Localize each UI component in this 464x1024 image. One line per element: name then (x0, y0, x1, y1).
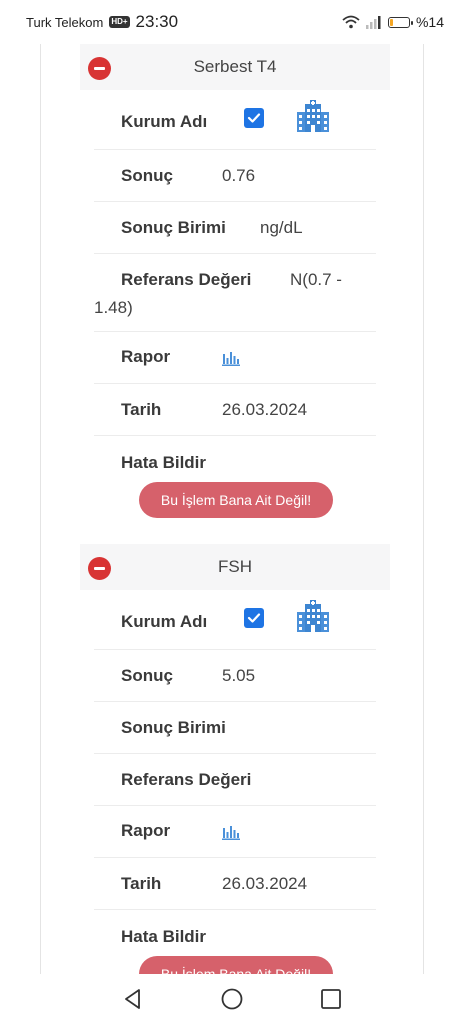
hata-row: Hata Bildir Bu İşlem Bana Ait Değil! (94, 436, 376, 546)
referans-label: Referans Değeri (121, 270, 252, 289)
system-nav-bar (0, 974, 464, 1024)
kurum-row: Kurum Adı (94, 590, 376, 650)
kurum-checkbox[interactable] (244, 108, 264, 128)
scroll-content[interactable]: Serbest T4 Kurum Adı Sonuç 0.76 Sonuç Bi… (0, 44, 464, 974)
hospital-icon[interactable] (296, 600, 330, 634)
rapor-label: Rapor (121, 821, 171, 840)
result-section: FSH Kurum Adı Sonuç 5.05 Sonuç Birimi Re… (80, 544, 390, 974)
kurum-row: Kurum Adı (94, 90, 376, 150)
bar-chart-icon[interactable] (222, 350, 240, 366)
remove-button[interactable] (88, 557, 111, 580)
birim-value: ng/dL (260, 218, 303, 237)
birim-label: Sonuç Birimi (121, 718, 226, 737)
remove-button[interactable] (88, 57, 111, 80)
tarih-label: Tarih (121, 400, 162, 419)
section-header: Serbest T4 (80, 44, 390, 90)
referans-value-line2: 1.48) (94, 298, 133, 317)
referans-label: Referans Değeri (121, 770, 252, 789)
hata-row: Hata Bildir Bu İşlem Bana Ait Değil! (94, 910, 376, 974)
battery-icon (387, 16, 413, 28)
wifi-icon (342, 15, 360, 29)
battery-fill (389, 18, 393, 26)
section-header: FSH (80, 544, 390, 590)
tarih-row: Tarih 26.03.2024 (94, 858, 376, 910)
sonuc-label: Sonuç (121, 166, 173, 185)
hata-label: Hata Bildir (121, 453, 207, 472)
tarih-value: 26.03.2024 (222, 874, 308, 893)
not-mine-button[interactable]: Bu İşlem Bana Ait Değil! (139, 482, 333, 518)
kurum-checkbox[interactable] (244, 608, 264, 628)
back-triangle-icon[interactable] (122, 988, 144, 1010)
status-bar: Turk Telekom HD+ 23:30 %14 (0, 0, 464, 44)
referans-row: Referans Değeri (94, 754, 376, 806)
sonuc-value: 5.05 (222, 666, 256, 685)
sonuc-label: Sonuç (121, 666, 173, 685)
battery-percent: %14 (415, 14, 444, 30)
carrier-name: Turk Telekom (26, 14, 104, 30)
rapor-label: Rapor (121, 347, 171, 366)
rapor-row: Rapor (94, 332, 376, 384)
kurum-label: Kurum Adı (121, 112, 208, 131)
birim-row: Sonuç Birimi ng/dL (94, 202, 376, 254)
rapor-row: Rapor (94, 806, 376, 858)
section-title: FSH (218, 557, 252, 576)
bar-chart-icon[interactable] (222, 824, 240, 840)
tarih-label: Tarih (121, 874, 162, 893)
hata-label: Hata Bildir (121, 927, 207, 946)
sonuc-row: Sonuç 0.76 (94, 150, 376, 202)
signal-icon (365, 15, 381, 29)
recent-square-icon[interactable] (320, 988, 342, 1010)
not-mine-button[interactable]: Bu İşlem Bana Ait Değil! (139, 956, 333, 974)
referans-row: Referans Değeri N(0.7 - 1.48) (94, 254, 376, 332)
referans-value-line1: N(0.7 - (290, 270, 342, 289)
sonuc-value: 0.76 (222, 166, 256, 185)
sonuc-row: Sonuç 5.05 (94, 650, 376, 702)
birim-row: Sonuç Birimi (94, 702, 376, 754)
result-section: Serbest T4 Kurum Adı Sonuç 0.76 Sonuç Bi… (80, 44, 390, 544)
tarih-row: Tarih 26.03.2024 (94, 384, 376, 436)
kurum-label: Kurum Adı (121, 612, 208, 631)
clock: 23:30 (135, 12, 179, 31)
hd-badge: HD+ (109, 16, 130, 28)
birim-label: Sonuç Birimi (121, 218, 226, 237)
check-icon (247, 113, 261, 123)
check-icon (247, 613, 261, 623)
tarih-value: 26.03.2024 (222, 400, 308, 419)
home-circle-icon[interactable] (221, 988, 243, 1010)
hospital-icon[interactable] (296, 100, 330, 134)
section-title: Serbest T4 (193, 57, 277, 76)
